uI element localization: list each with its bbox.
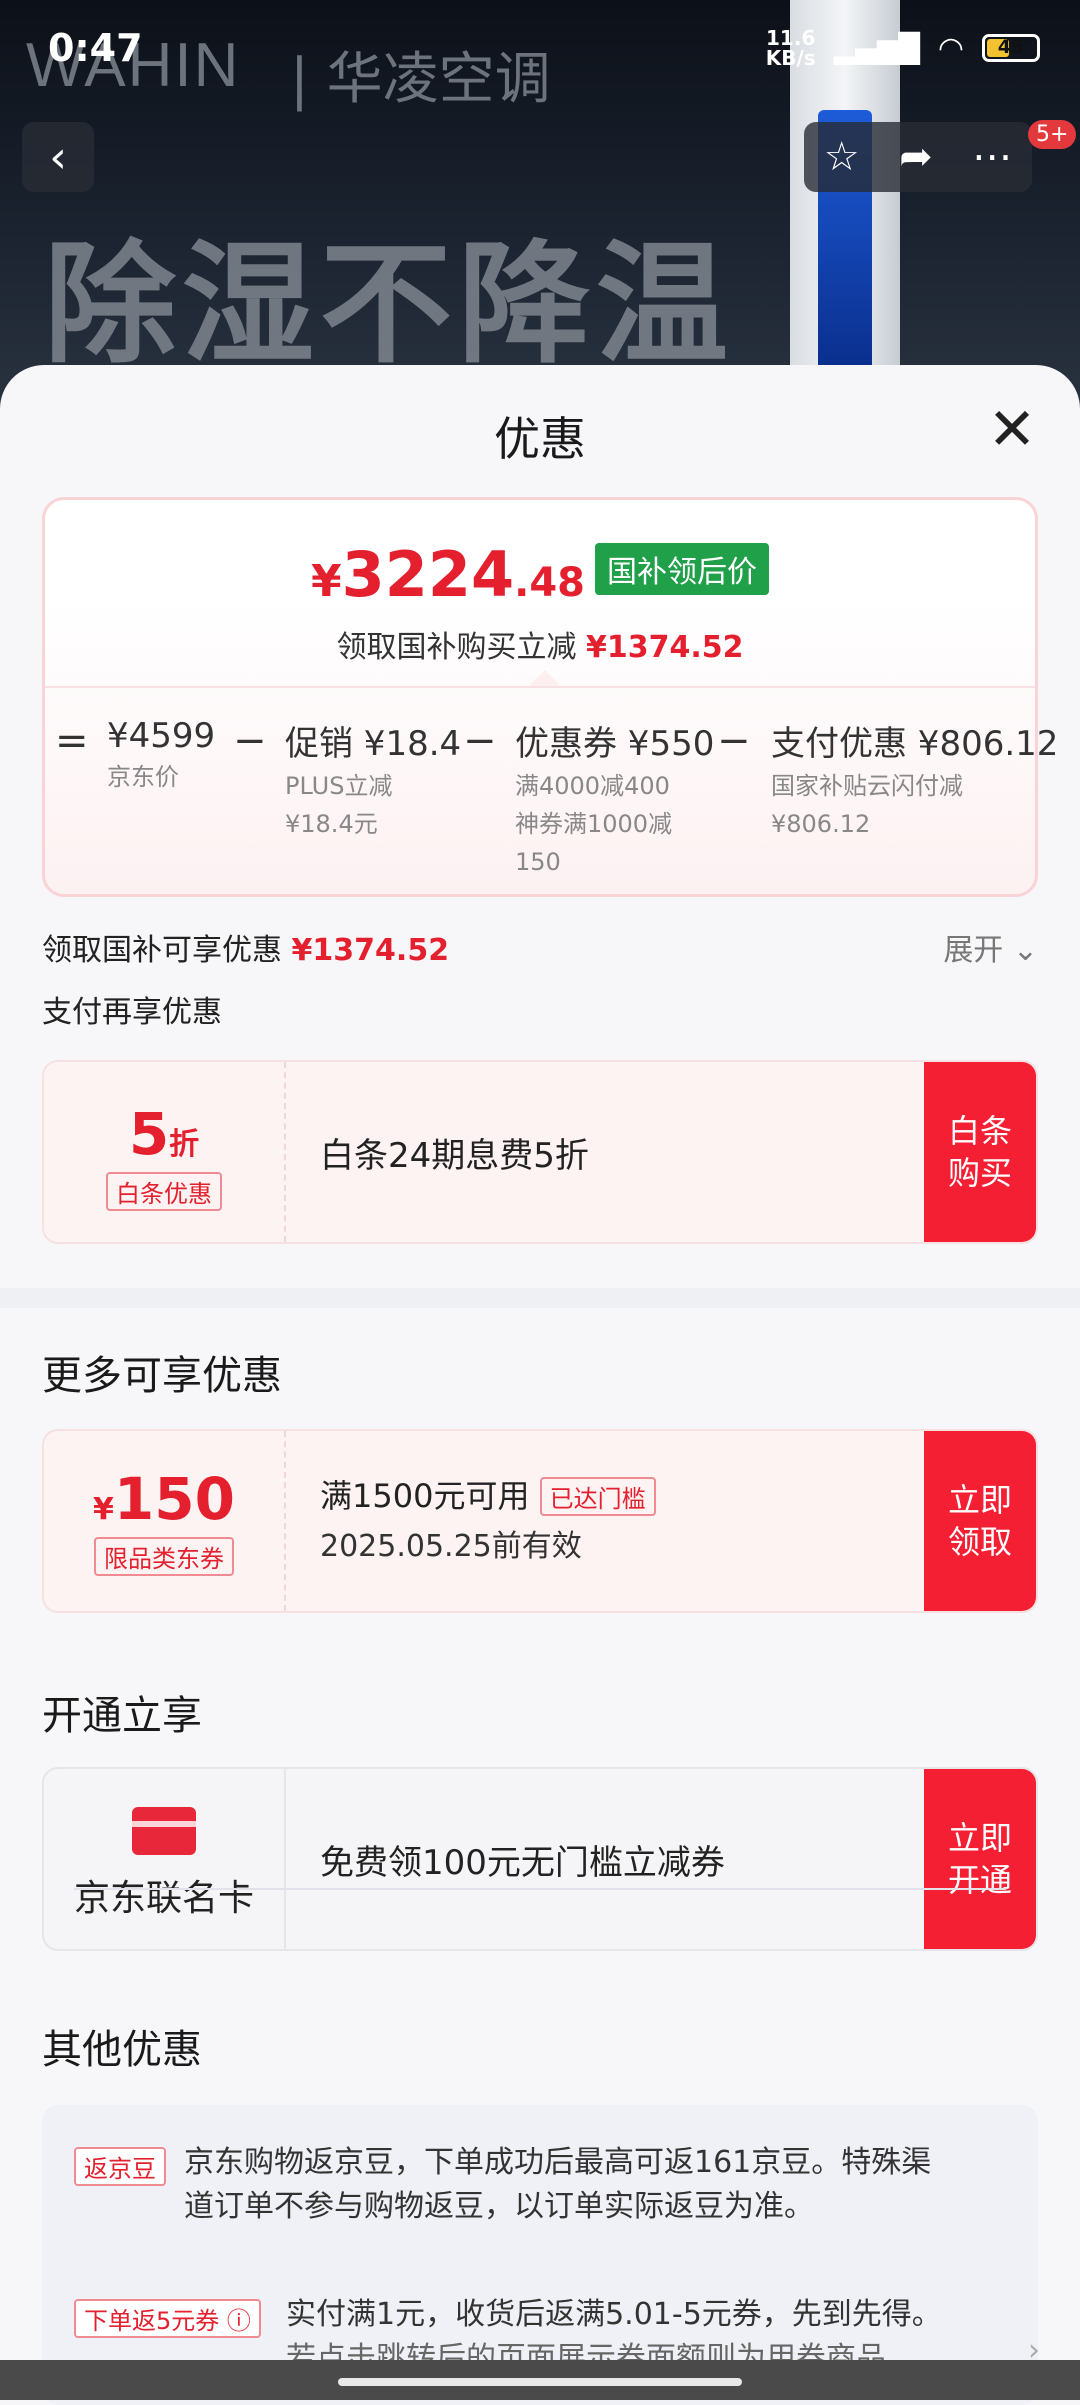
operator-minus: − [717,718,751,764]
coupon-value-block: 5折 白条优惠 [44,1062,286,1242]
battery-level: 45 [997,36,1025,58]
jd-coupon-card[interactable]: ¥150 限品类东券 满1500元可用 已达门槛 2025.05.25前有效 立… [42,1429,1038,1613]
final-price-subtext: 领取国补购买立减 ¥1374.52 [336,630,744,665]
offer-text-line: 京东购物返京豆，下单成功后最高可返161京豆。特殊渠 [184,2145,932,2180]
home-indicator[interactable] [338,2378,742,2386]
status-time: 0:47 [48,26,143,70]
expand-button[interactable]: 展开 ⌄ [943,925,1038,969]
product-banner: WAHIN | 华凌空调 除湿不降温 0:47 11.6 KB/s ▂▄▆█ ◠… [0,0,1080,420]
card-info-block: 京东联名卡 [44,1769,286,1949]
price-breakdown: = ¥4599 京东价 − 促销 ¥18.4 PLUS立减 ¥18.4元 − 优… [45,686,1058,898]
baitiao-buy-button[interactable]: 白条 购买 [924,1062,1036,1242]
hd-signal-icon: ▂▄▆█ [833,31,920,65]
card-body: 免费领100元无门槛立减券 [320,1769,906,1949]
chevron-down-icon: ⌄ [1012,933,1038,968]
more-icon[interactable]: ⋯ [972,134,1012,180]
breakdown-item-payment: 支付优惠 ¥806.12 国家补贴云闪付减 ¥806.12 [771,724,1059,838]
coupon-type-tag: 限品类东券 [94,1537,234,1576]
price-breakdown-card: ¥3224.48 国补领后价 领取国补购买立减 ¥1374.52 = ¥4599 … [42,497,1058,898]
coupon-description: 白条24期息费5折 [320,1136,589,1176]
threshold-tag: 已达门槛 [539,1477,656,1516]
offer-tag: 返京豆 [74,2147,166,2186]
coupon-type-tag: 白条优惠 [106,1172,222,1211]
chevron-left-icon: ‹ [49,131,67,183]
open-card-button[interactable]: 立即 开通 [924,1769,1036,1949]
final-price: ¥3224.48 [310,538,586,611]
info-icon[interactable]: ⓘ [227,2307,251,2335]
breakdown-item-jd-price: ¥4599 京东价 [107,716,216,791]
close-icon: ✕ [987,395,1037,463]
offer-text-line: 实付满1元，收货后返满5.01-5元券，先到先得。 [286,2297,942,2332]
guobu-discount-row: 领取国补可享优惠 ¥1374.52 [42,933,450,968]
baitiao-coupon-card[interactable]: 5折 白条优惠 白条24期息费5折 白条 购买 [42,1060,1038,1244]
breakdown-item-coupon: 优惠券 ¥550 满4000减400 神券满1000减 150 [515,724,715,876]
coupon-condition: 满1500元可用 已达门槛 [320,1471,656,1517]
header-actions: ☆ ➦ ⋯ [804,122,1032,192]
net-speed: 11.6 KB/s [766,28,816,68]
discount-sheet: 优惠 ✕ ¥3224.48 国补领后价 领取国补购买立减 ¥1374.52 = ¥… [0,365,1080,2405]
operator-minus: − [233,718,267,764]
card-offer: 免费领100元无门槛立减券 [320,1843,725,1883]
sheet-title: 优惠 [494,412,586,466]
message-badge: 5+ [1028,120,1077,149]
coupon-unit: 折 [169,1127,200,1162]
net-speed-unit: KB/s [765,46,816,70]
final-price-tag: 国补领后价 [595,543,770,595]
coupon-value: 5 [128,1100,170,1168]
offer-separator [74,1888,1006,1890]
operator-minus: − [463,718,497,764]
coupon-expiry: 2025.05.25前有效 [320,1529,582,1564]
jd-cobrand-card[interactable]: 京东联名卡 免费领100元无门槛立减券 立即 开通 [42,1767,1038,1951]
other-offer-item[interactable]: 返京豆 京东购物返京豆，下单成功后最高可返161京豆。特殊渠 道订单不参与购物返… [74,2141,998,2231]
wifi-icon: ◠ [937,30,964,66]
coupon-value: 150 [113,1465,235,1533]
open-section-title: 开通立享 [42,1693,202,1739]
battery-icon: 45 [982,34,1040,62]
coupon-body: 白条24期息费5折 [320,1062,906,1242]
section-divider [0,1288,1080,1308]
coupon-value-block: ¥150 限品类东券 [44,1431,286,1611]
other-section-title: 其他优惠 [42,2027,202,2073]
coupon-body: 满1500元可用 已达门槛 2025.05.25前有效 [320,1431,906,1611]
coupon-currency: ¥ [93,1492,114,1527]
card-name: 京东联名卡 [73,1878,254,1919]
close-button[interactable]: ✕ [984,400,1040,459]
back-button[interactable]: ‹ [22,122,94,192]
status-icons: 11.6 KB/s ▂▄▆█ ◠ 45 [766,28,1040,68]
final-price-row: ¥3224.48 国补领后价 [45,538,1035,611]
share-icon[interactable]: ➦ [899,134,933,180]
system-nav-bar [0,2360,1080,2400]
claim-coupon-button[interactable]: 立即 领取 [924,1431,1036,1611]
status-bar: 0:47 11.6 KB/s ▂▄▆█ ◠ 45 [0,0,1080,90]
offer-text-line: 道订单不参与购物返豆，以订单实际返豆为准。 [184,2189,814,2224]
banner-slogan: 除湿不降温 [44,228,734,382]
star-icon[interactable]: ☆ [824,134,860,180]
net-speed-value: 11.6 [766,26,816,50]
more-section-title: 更多可享优惠 [42,1353,282,1399]
offer-tag: 下单返5元券 ⓘ [74,2299,261,2338]
operator-equals: = [55,718,89,764]
breakdown-item-promo: 促销 ¥18.4 PLUS立减 ¥18.4元 [285,724,462,838]
pay-discount-label: 支付再享优惠 [42,995,222,1030]
credit-card-icon [132,1807,196,1855]
